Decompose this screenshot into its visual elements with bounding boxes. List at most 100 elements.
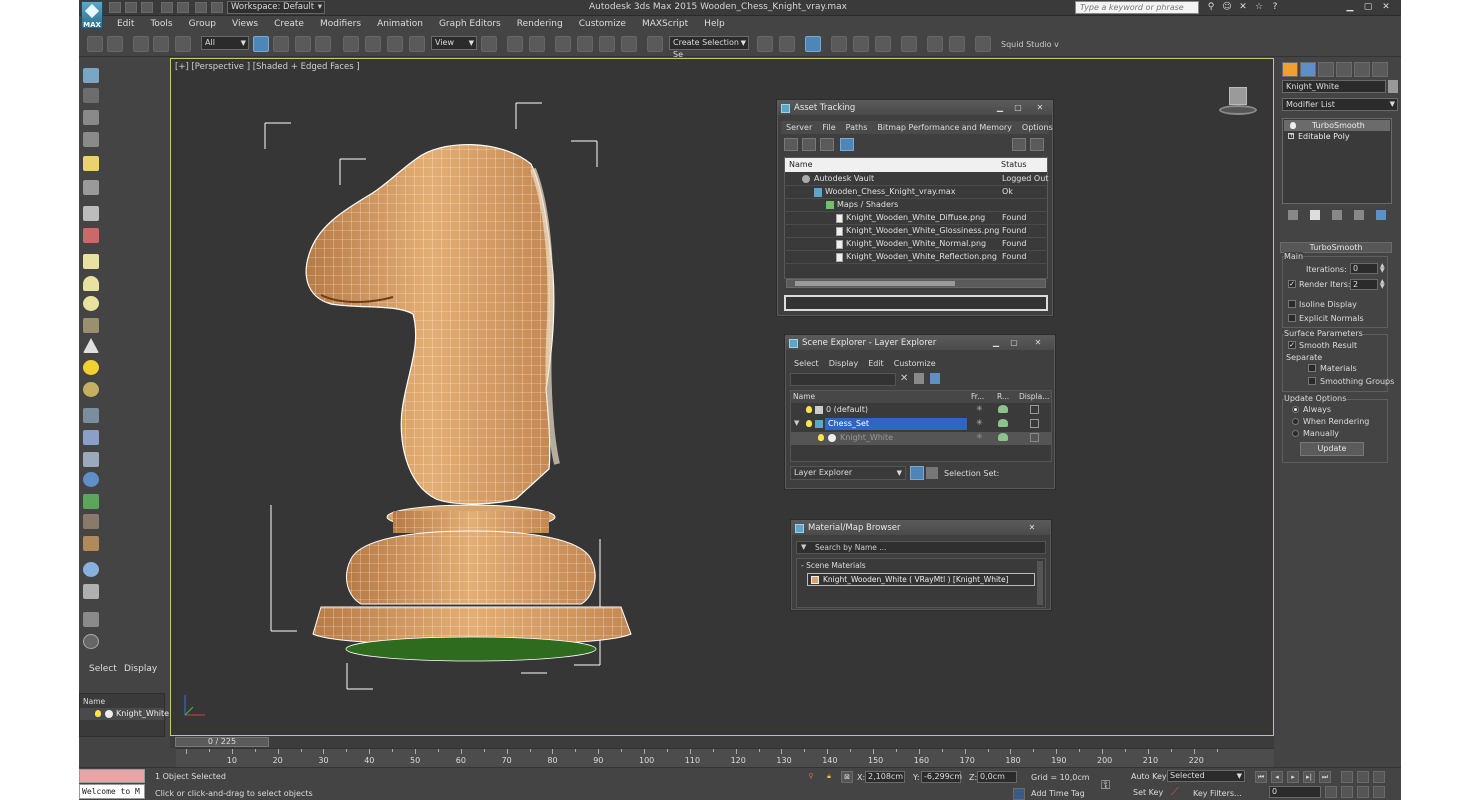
named-selection-dropdown[interactable]: Create Selection Se ▼ bbox=[669, 36, 749, 59]
absolute-mode-icon[interactable]: ⊠ bbox=[841, 771, 853, 783]
material-browser-title-bar[interactable]: Material/Map Browser ✕ bbox=[792, 521, 1050, 535]
render-iters-checkbox[interactable]: ✓ bbox=[1288, 280, 1296, 288]
angle-snap-icon[interactable] bbox=[577, 36, 593, 52]
when-rendering-radio[interactable] bbox=[1292, 418, 1299, 425]
modify-tab-icon[interactable] bbox=[1300, 62, 1316, 77]
collapse-icon[interactable]: ▼ bbox=[794, 419, 799, 427]
key-filters-button[interactable]: Key Filters... bbox=[1193, 789, 1242, 798]
menu-modifiers[interactable]: Modifiers bbox=[312, 17, 369, 31]
scene-explorer-icon[interactable] bbox=[805, 36, 821, 52]
set-key-icon[interactable]: ⟋ bbox=[1171, 785, 1179, 799]
tree-view-icon[interactable] bbox=[820, 138, 834, 151]
save-icon[interactable] bbox=[141, 2, 153, 13]
layers-icon[interactable] bbox=[930, 373, 940, 384]
time-tag-icon[interactable] bbox=[1013, 788, 1025, 800]
maximize-button[interactable]: ▢ bbox=[1012, 102, 1024, 113]
update-button[interactable]: Update bbox=[1300, 442, 1364, 456]
workspace-dropdown[interactable]: Workspace: Default ▾ bbox=[227, 1, 325, 14]
menu-create[interactable]: Create bbox=[266, 17, 312, 31]
scene-materials-header[interactable]: - Scene Materials bbox=[801, 561, 866, 570]
display-box-icon[interactable] bbox=[1030, 433, 1039, 442]
material-editor-icon[interactable] bbox=[901, 36, 917, 52]
align-icon[interactable] bbox=[779, 36, 795, 52]
undo-icon[interactable] bbox=[161, 2, 173, 13]
menu-options[interactable]: Options bbox=[1017, 121, 1058, 134]
isolate-selection-icon[interactable]: ♀ bbox=[805, 771, 817, 783]
mirror-icon[interactable] bbox=[757, 36, 773, 52]
play-icon[interactable]: ▸ bbox=[1287, 771, 1299, 783]
close-button[interactable]: ✕ bbox=[1380, 1, 1392, 13]
lightbulb-icon[interactable] bbox=[806, 406, 812, 413]
select-and-move-icon[interactable] bbox=[343, 36, 359, 52]
hierarchy-tab-icon[interactable] bbox=[1318, 62, 1334, 77]
make-unique-icon[interactable] bbox=[1332, 210, 1342, 220]
track-bar[interactable] bbox=[170, 736, 1274, 748]
material-item[interactable]: Knight_Wooden_White ( VRayMtl ) [Knight_… bbox=[807, 573, 1035, 586]
refresh-icon[interactable] bbox=[784, 138, 798, 151]
scrollbar-thumb[interactable] bbox=[795, 281, 955, 286]
snowflake-icon[interactable]: ✳ bbox=[976, 404, 983, 413]
perspective-viewport[interactable]: [+] [Perspective ] [Shaded + Edged Faces… bbox=[170, 58, 1274, 736]
edit-named-selection-icon[interactable] bbox=[647, 36, 663, 52]
unlink-icon[interactable] bbox=[153, 36, 169, 52]
pan-icon[interactable] bbox=[1341, 786, 1353, 798]
zoom-icon[interactable] bbox=[1341, 771, 1353, 783]
asset-tracking-title-bar[interactable]: Asset Tracking ▁ ▢ ✕ bbox=[778, 101, 1052, 115]
timeline-ruler[interactable]: 10 20 30 40 50 60 70 80 90 100 110 120 130 140 150 160 1… bbox=[176, 748, 1274, 767]
exchange-icon[interactable]: ✕ bbox=[1237, 1, 1249, 13]
separate-materials-checkbox[interactable] bbox=[1308, 364, 1316, 372]
display-tab-icon[interactable] bbox=[1354, 62, 1370, 77]
key-mode-icon[interactable]: ⚿ bbox=[1101, 778, 1110, 793]
menu-edit[interactable]: Edit bbox=[863, 357, 889, 370]
redo-icon[interactable] bbox=[107, 36, 123, 52]
scene-explorer-title-bar[interactable]: Scene Explorer - Layer Explorer ▁ ▢ ✕ bbox=[786, 336, 1054, 350]
explorer-type-dropdown[interactable]: Layer Explorer ▼ bbox=[790, 466, 906, 480]
new-file-icon[interactable] bbox=[109, 2, 121, 13]
tool-icon[interactable] bbox=[83, 612, 99, 627]
pin-stack-icon[interactable] bbox=[1288, 210, 1298, 220]
dynamics-icon[interactable] bbox=[83, 228, 99, 243]
teapot-icon[interactable] bbox=[998, 433, 1008, 441]
schematic-view-icon[interactable] bbox=[875, 36, 891, 52]
zoom-extents-icon[interactable] bbox=[1373, 771, 1385, 783]
reference-coordinate-dropdown[interactable]: View ▼ bbox=[431, 36, 477, 50]
previous-frame-icon[interactable]: ◂ bbox=[1271, 771, 1283, 783]
lock-selection-icon[interactable]: 🔒︎ bbox=[823, 771, 835, 783]
minimize-button[interactable]: ▁ bbox=[990, 337, 1002, 348]
table-row[interactable]: Knight_Wooden_White_Diffuse.png Found bbox=[784, 212, 1046, 225]
layer-row[interactable]: Knight_White ✳ bbox=[790, 432, 1052, 445]
expand-icon[interactable]: + bbox=[1288, 133, 1294, 139]
redo-icon[interactable] bbox=[177, 2, 189, 13]
undo-icon[interactable] bbox=[87, 36, 103, 52]
rendered-frame-window-icon[interactable] bbox=[949, 36, 965, 52]
percent-snap-icon[interactable] bbox=[599, 36, 615, 52]
time-configuration-icon[interactable] bbox=[1325, 786, 1337, 798]
curve-editor-icon[interactable] bbox=[853, 36, 869, 52]
menu-views[interactable]: Views bbox=[224, 17, 266, 31]
list-item[interactable]: Knight_White bbox=[80, 708, 169, 720]
selection-key-dropdown[interactable]: Selected ▼ bbox=[1167, 770, 1245, 782]
render-production-icon[interactable] bbox=[975, 36, 991, 52]
globe-icon[interactable] bbox=[83, 472, 99, 487]
close-button[interactable]: ✕ bbox=[1032, 337, 1044, 348]
maxscript-listener-input[interactable] bbox=[79, 769, 145, 783]
rectangular-selection-icon[interactable] bbox=[295, 36, 311, 52]
vertical-scrollbar[interactable] bbox=[1037, 561, 1043, 605]
stack-item-turbosmooth[interactable]: TurboSmooth bbox=[1284, 120, 1390, 131]
material-search-input[interactable]: ▼ Search by Name ... bbox=[796, 541, 1046, 554]
snowflake-icon[interactable]: ✳ bbox=[976, 432, 983, 441]
cone-icon[interactable] bbox=[83, 338, 99, 353]
hierarchy-icon[interactable] bbox=[926, 467, 938, 479]
account-icon[interactable]: ☺ bbox=[1221, 1, 1233, 13]
utilities-tab-icon[interactable] bbox=[1372, 62, 1388, 77]
menu-edit[interactable]: Edit bbox=[109, 17, 142, 31]
explicit-normals-checkbox[interactable] bbox=[1288, 314, 1296, 322]
close-button[interactable]: ✕ bbox=[1034, 102, 1046, 113]
lightbulb-icon[interactable] bbox=[818, 434, 824, 441]
plane-icon[interactable] bbox=[83, 254, 99, 269]
remove-modifier-icon[interactable] bbox=[1354, 210, 1364, 220]
current-frame-field[interactable]: 0 bbox=[1269, 786, 1321, 798]
next-frame-icon[interactable]: ▸| bbox=[1303, 771, 1315, 783]
menu-file[interactable]: File bbox=[817, 121, 840, 134]
snaps-toggle-icon[interactable] bbox=[555, 36, 571, 52]
